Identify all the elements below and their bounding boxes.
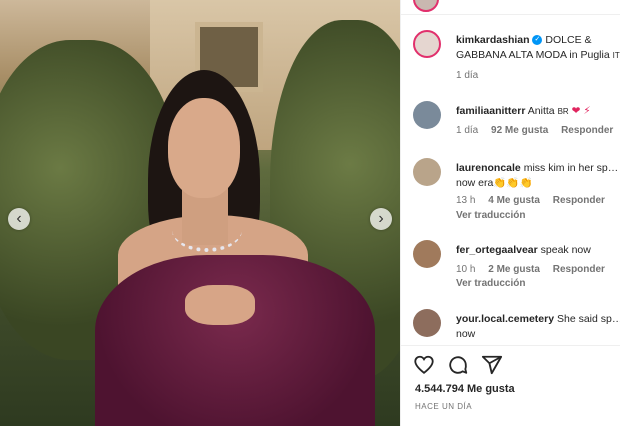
share-icon[interactable]: [481, 354, 503, 376]
caption-flag: IT: [612, 51, 620, 60]
comment-text: Anitta: [527, 105, 555, 117]
comment-text-block: laurenoncale miss kim in her sp… now era…: [456, 161, 620, 191]
post-header: [401, 0, 620, 15]
comment-text-block: fer_ortegaalvear speak now: [456, 243, 620, 258]
commenter-avatar[interactable]: [413, 101, 441, 129]
post-side-panel: kimkardashian ✓ DOLCE & GABBANA ALTA MOD…: [400, 0, 620, 426]
comment-username[interactable]: your.local.cemetery: [456, 313, 554, 325]
comment-icon[interactable]: [447, 354, 469, 376]
comment-text-block: your.local.cemetery She said sp… now: [456, 312, 620, 342]
commenter-avatar[interactable]: [413, 158, 441, 186]
comment-meta: 13 h 4 Me gusta Responder: [456, 195, 615, 206]
caption-text-block: kimkardashian ✓ DOLCE & GABBANA ALTA MOD…: [456, 33, 620, 63]
comment-username[interactable]: familiaanitterr: [456, 105, 525, 117]
heart-icon[interactable]: [413, 354, 435, 376]
comment-meta: 1 día 92 Me gusta Responder: [456, 125, 620, 136]
caption-username[interactable]: kimkardashian: [456, 34, 530, 46]
comment-time[interactable]: 1 día: [456, 125, 478, 136]
subject-dress: [95, 255, 375, 426]
commenter-avatar[interactable]: [413, 309, 441, 337]
see-translation-button[interactable]: Ver traducción: [456, 278, 525, 289]
like-count[interactable]: 4.544.794 Me gusta: [415, 383, 515, 395]
see-translation-button[interactable]: Ver traducción: [456, 210, 525, 221]
caption-meta: 1 día: [456, 70, 488, 81]
author-avatar[interactable]: [413, 0, 439, 12]
comment-text: speak now: [540, 244, 591, 256]
reply-button[interactable]: Responder: [561, 125, 613, 136]
comment-emoji: ❤ ⚡: [571, 105, 591, 117]
post-actions-bar: 4.544.794 Me gusta HACE UN DÍA: [401, 345, 620, 427]
subject-necklace: [172, 208, 242, 252]
subject-face: [168, 98, 240, 198]
caption-time[interactable]: 1 día: [456, 70, 478, 81]
post-photo[interactable]: ‹ ›: [0, 0, 400, 426]
comment-username[interactable]: fer_ortegaalvear: [456, 244, 538, 256]
verified-icon: ✓: [532, 35, 543, 46]
comment-likes[interactable]: 4 Me gusta: [488, 195, 540, 206]
comment-likes[interactable]: 92 Me gusta: [491, 125, 548, 136]
author-avatar[interactable]: [413, 30, 441, 58]
comment-meta: 10 h 2 Me gusta Responder: [456, 264, 615, 275]
chevron-right-icon[interactable]: ›: [370, 208, 392, 230]
comment-time[interactable]: 13 h: [456, 195, 475, 206]
comment-time[interactable]: 10 h: [456, 264, 475, 275]
reply-button[interactable]: Responder: [553, 195, 605, 206]
chevron-left-icon[interactable]: ‹: [8, 208, 30, 230]
subject-hand: [185, 285, 255, 325]
comment-likes[interactable]: 2 Me gusta: [488, 264, 540, 275]
comment-username[interactable]: laurenoncale: [456, 162, 521, 174]
commenter-avatar[interactable]: [413, 240, 441, 268]
comment-text-block: familiaanitterr Anitta BR ❤ ⚡: [456, 104, 620, 119]
comment-flag: BR: [557, 107, 569, 116]
post-timestamp: HACE UN DÍA: [415, 402, 473, 411]
reply-button[interactable]: Responder: [553, 264, 605, 275]
